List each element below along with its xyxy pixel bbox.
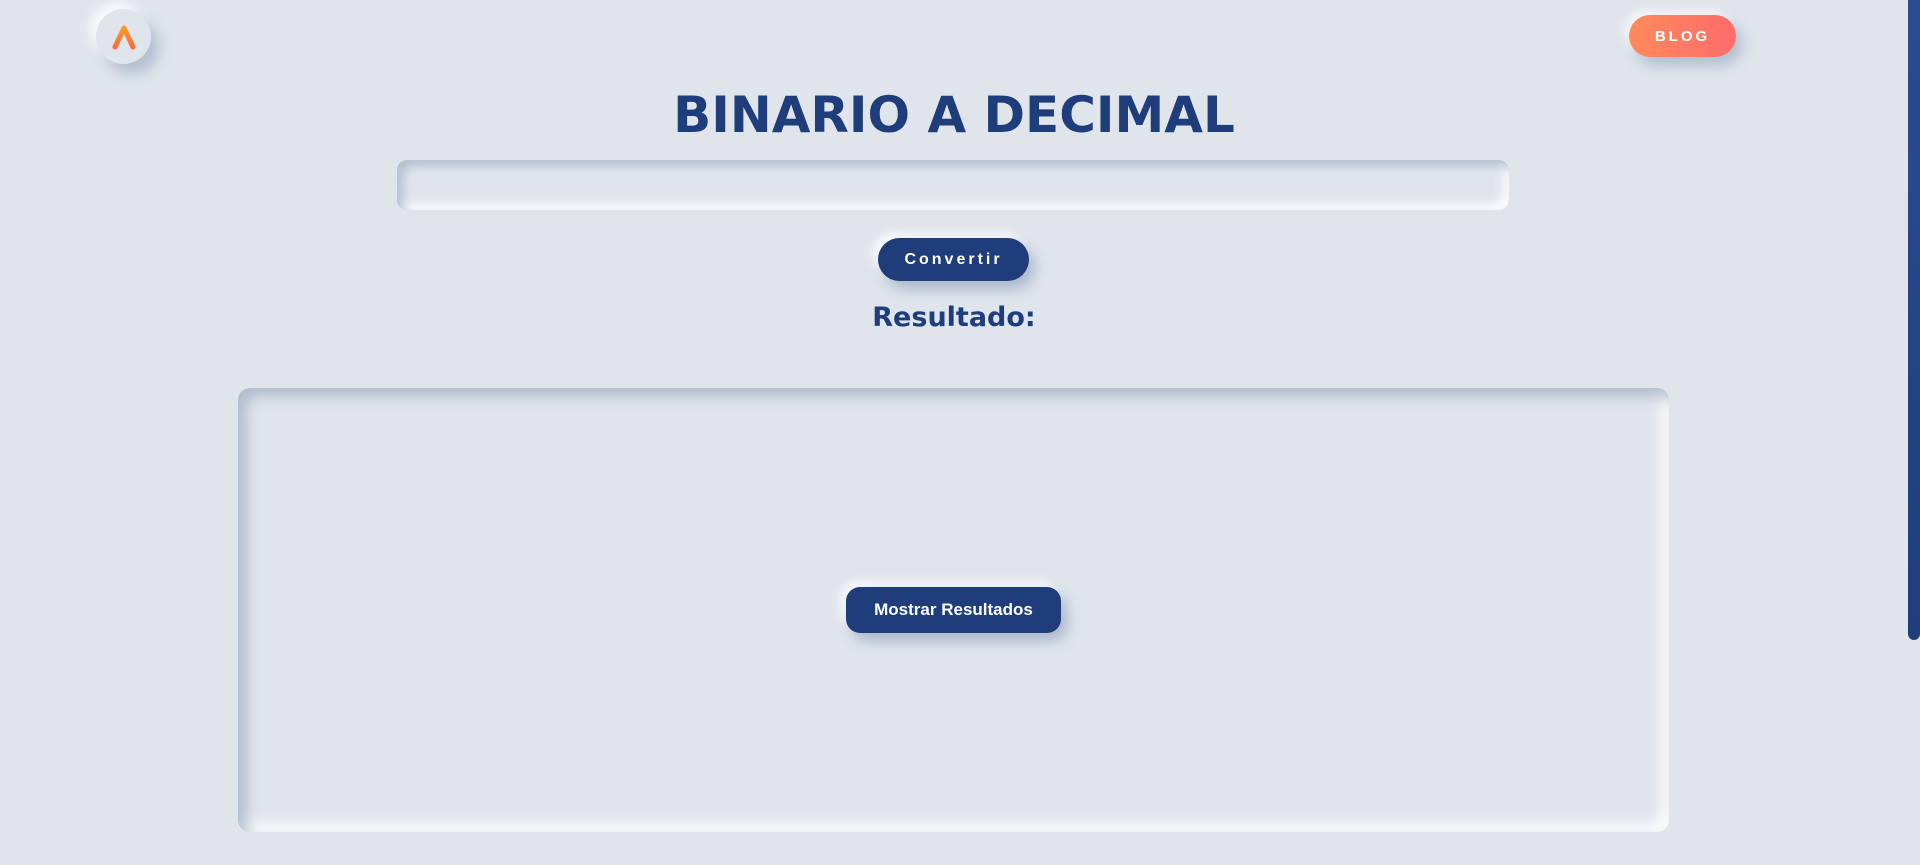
binary-input[interactable]	[397, 160, 1509, 210]
convert-button[interactable]: Convertir	[878, 238, 1029, 281]
scrollbar-thumb[interactable]	[1908, 0, 1920, 640]
home-logo[interactable]	[96, 9, 151, 64]
arrow-up-logo-icon	[109, 19, 139, 55]
page: BLOG BINARIO A DECIMAL Convertir Resulta…	[0, 0, 1920, 865]
blog-button[interactable]: BLOG	[1629, 15, 1736, 57]
show-results-button[interactable]: Mostrar Resultados	[846, 587, 1061, 633]
page-title: BINARIO A DECIMAL	[673, 86, 1235, 144]
result-heading: Resultado:	[872, 302, 1036, 333]
